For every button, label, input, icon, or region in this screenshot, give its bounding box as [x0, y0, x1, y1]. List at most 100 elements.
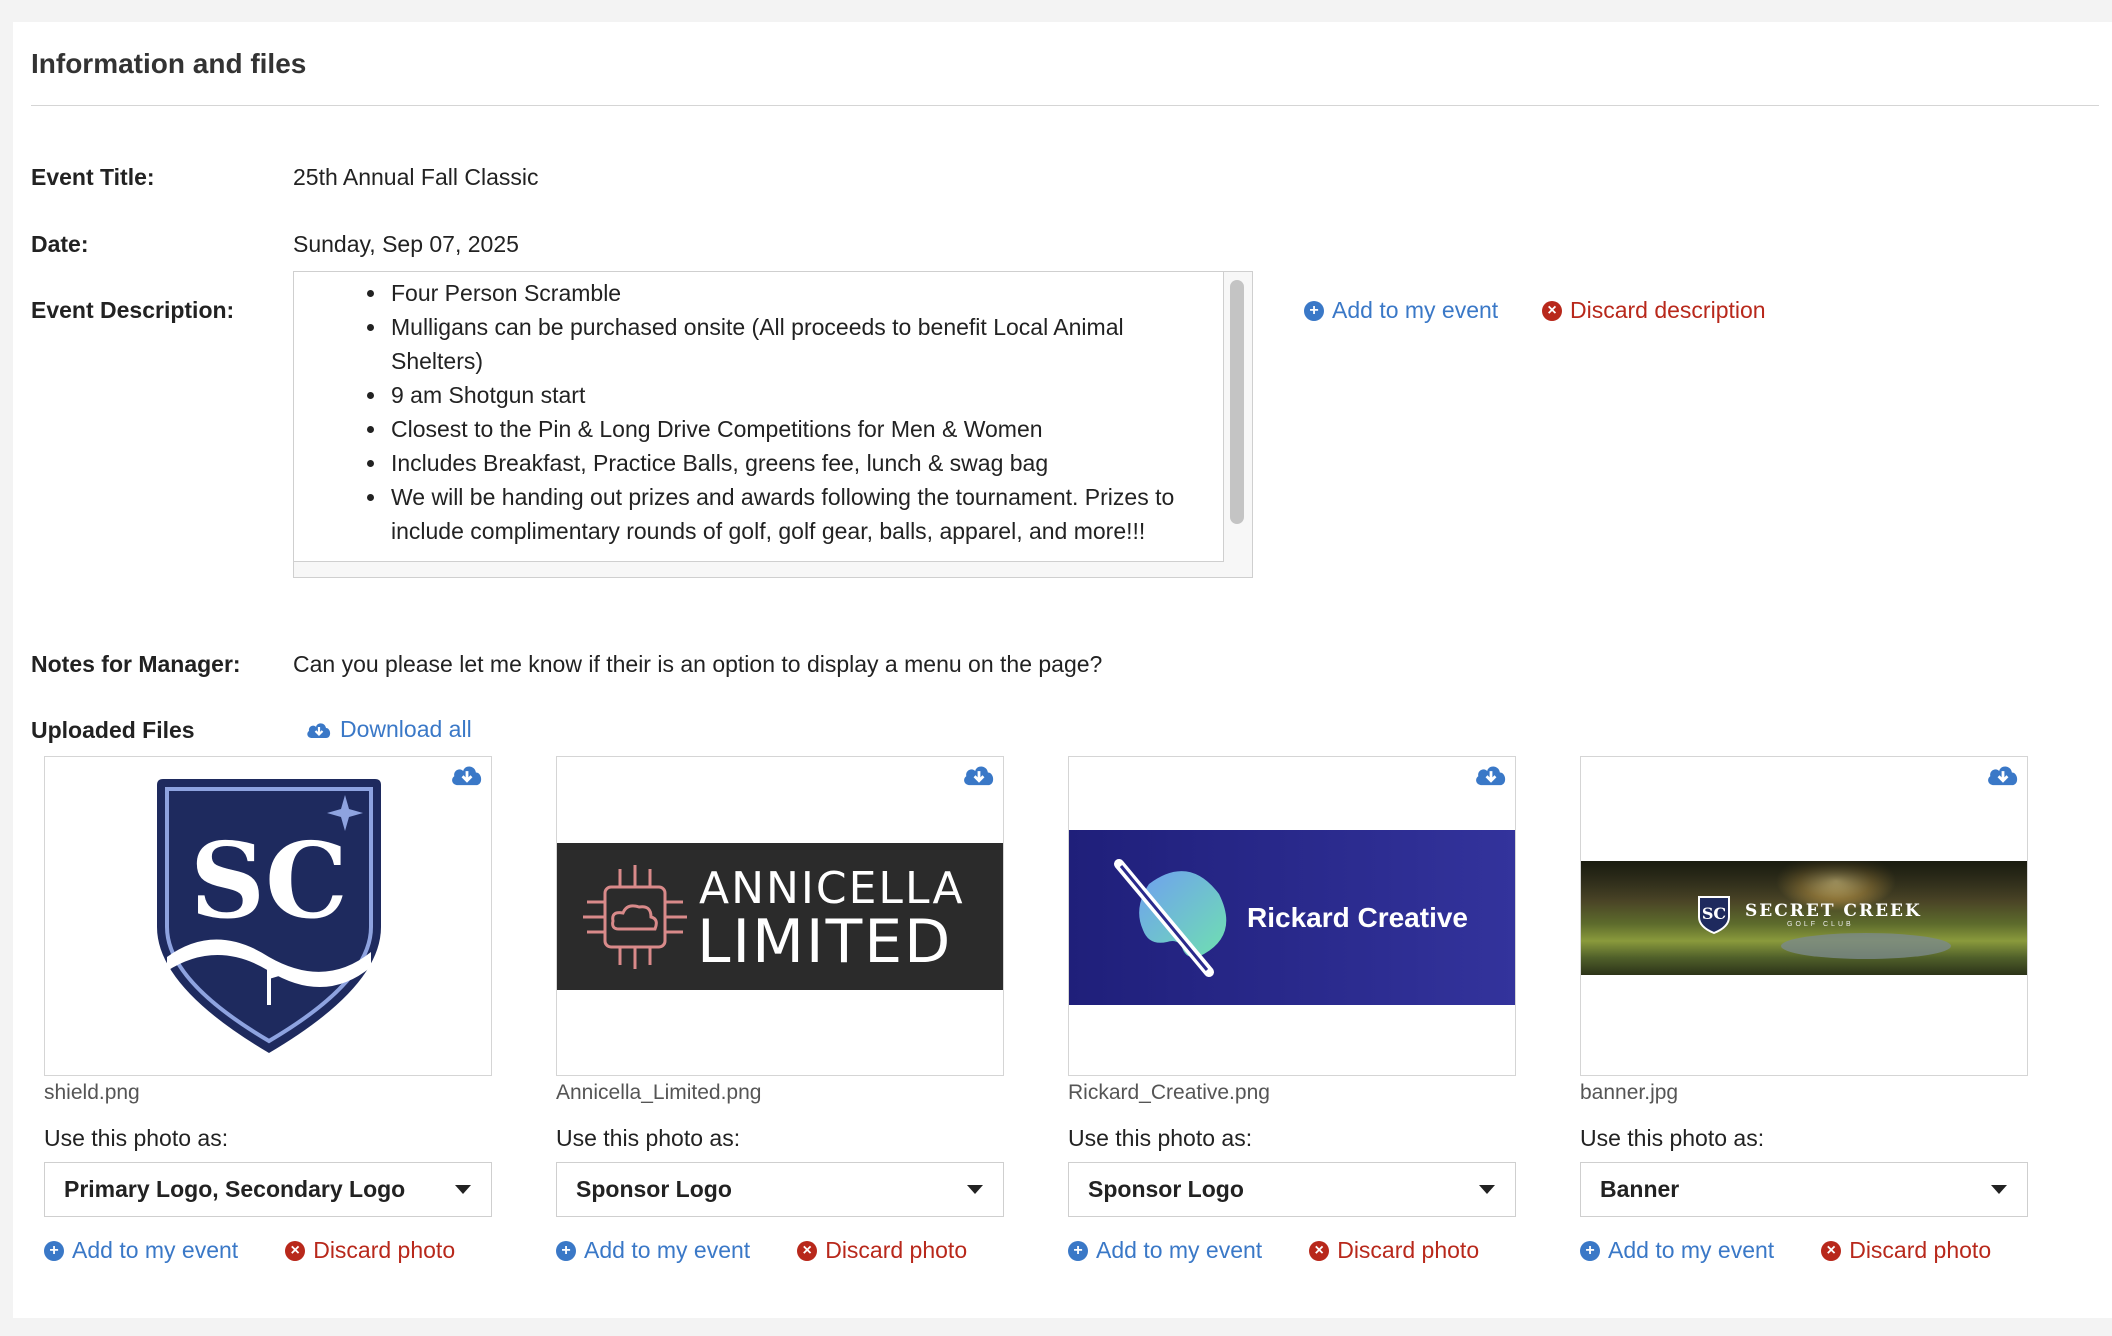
description-item: Includes Breakfast, Practice Balls, gree… [364, 446, 1184, 480]
banner-pond [1781, 933, 1951, 959]
discard-photo-label: Discard photo [825, 1237, 968, 1263]
download-icon[interactable] [1985, 761, 2021, 789]
sc-badge-icon: SC [1698, 896, 1730, 935]
file-card-rickard: Rickard Creative Rickard_Creative.png Us… [1068, 756, 1516, 1264]
download-all-link[interactable]: Download all [306, 716, 472, 743]
use-photo-label: Use this photo as: [1068, 1125, 1253, 1151]
close-circle-icon: × [1821, 1240, 1842, 1261]
download-icon[interactable] [1473, 761, 1509, 789]
description-list: Four Person Scramble Mulligans can be pu… [294, 272, 1223, 548]
close-circle-icon: × [285, 1240, 306, 1261]
annicella-logo-image: ANNICELLA LIMITED [557, 843, 1003, 990]
plus-circle-icon: + [1068, 1240, 1088, 1261]
date-label: Date: [31, 231, 89, 257]
discard-photo-link[interactable]: × Discard photo [1821, 1237, 1991, 1264]
discard-photo-label: Discard photo [1849, 1237, 1992, 1263]
file-name: Rickard_Creative.png [1068, 1081, 1270, 1104]
photo-usage-select[interactable]: Sponsor Logo [556, 1162, 1004, 1217]
description-discard-link[interactable]: × Discard description [1542, 297, 1766, 324]
photo-usage-select[interactable]: Banner [1580, 1162, 2028, 1217]
file-thumbnail: SC SECRET CREEK GOLF CLUB [1580, 756, 2028, 1076]
rickard-logo-image: Rickard Creative [1069, 830, 1515, 1005]
photo-usage-value: Banner [1600, 1176, 1680, 1202]
file-name: Annicella_Limited.png [556, 1081, 762, 1104]
palette-brush-icon [1114, 859, 1227, 977]
annicella-logo-bottom: LIMITED [697, 907, 953, 977]
description-content[interactable]: Four Person Scramble Mulligans can be pu… [294, 272, 1224, 562]
photo-usage-select[interactable]: Sponsor Logo [1068, 1162, 1516, 1217]
download-all-label: Download all [340, 716, 472, 742]
chevron-down-icon [1991, 1185, 2007, 1194]
date-value: Sunday, Sep 07, 2025 [293, 231, 519, 257]
file-card-banner: SC SECRET CREEK GOLF CLUB banner.jpg Use… [1580, 756, 2028, 1264]
description-label: Event Description: [31, 297, 235, 323]
discard-photo-link[interactable]: × Discard photo [797, 1237, 967, 1264]
discard-photo-link[interactable]: × Discard photo [1309, 1237, 1479, 1264]
description-box[interactable]: Four Person Scramble Mulligans can be pu… [293, 271, 1253, 578]
photo-usage-value: Sponsor Logo [1088, 1176, 1244, 1202]
photo-usage-value: Sponsor Logo [576, 1176, 732, 1202]
description-add-link[interactable]: + Add to my event [1304, 297, 1498, 324]
add-photo-label: Add to my event [1096, 1237, 1263, 1263]
chevron-down-icon [455, 1185, 471, 1194]
file-thumbnail: Rickard Creative [1068, 756, 1516, 1076]
description-item: 9 am Shotgun start [364, 378, 1184, 412]
plus-circle-icon: + [44, 1240, 64, 1261]
add-photo-link[interactable]: + Add to my event [1068, 1237, 1262, 1264]
file-card-shield: SC shield.png Use this photo as: Primary… [44, 756, 492, 1264]
divider [31, 105, 2099, 106]
add-photo-link[interactable]: + Add to my event [556, 1237, 750, 1264]
file-name: banner.jpg [1580, 1081, 1679, 1104]
uploaded-files-label: Uploaded Files [31, 717, 195, 743]
file-thumbnail: ANNICELLA LIMITED [556, 756, 1004, 1076]
discard-photo-label: Discard photo [313, 1237, 456, 1263]
chip-cloud-icon [583, 865, 687, 969]
banner-image: SC SECRET CREEK GOLF CLUB [1581, 861, 2027, 975]
close-circle-icon: × [797, 1240, 818, 1261]
banner-logo-text: SECRET CREEK [1745, 901, 1922, 921]
close-circle-icon: × [1542, 300, 1562, 321]
notes-value: Can you please let me know if their is a… [293, 651, 1103, 677]
file-thumbnail: SC [44, 756, 492, 1076]
description-add-label: Add to my event [1332, 297, 1499, 323]
svg-text:SC: SC [1702, 904, 1726, 923]
plus-circle-icon: + [1304, 300, 1324, 321]
add-photo-label: Add to my event [72, 1237, 239, 1263]
add-photo-label: Add to my event [1608, 1237, 1775, 1263]
use-photo-label: Use this photo as: [1580, 1125, 1765, 1151]
use-photo-label: Use this photo as: [556, 1125, 741, 1151]
banner-logo-sub: GOLF CLUB [1787, 921, 1854, 928]
download-icon[interactable] [961, 761, 997, 789]
event-title-label: Event Title: [31, 164, 155, 190]
svg-text:SC: SC [190, 819, 348, 942]
plus-circle-icon: + [1580, 1240, 1600, 1261]
photo-usage-value: Primary Logo, Secondary Logo [64, 1176, 406, 1202]
chevron-down-icon [967, 1185, 983, 1194]
add-photo-label: Add to my event [584, 1237, 751, 1263]
banner-tree-line [1581, 861, 2027, 901]
rickard-logo-text: Rickard Creative [1247, 902, 1469, 933]
section-title: Information and files [31, 48, 307, 79]
shield-logo-image: SC [157, 779, 381, 1053]
description-item: Mulligans can be purchased onsite (All p… [364, 310, 1184, 378]
cloud-download-icon [307, 722, 331, 738]
description-scrollbar[interactable] [1230, 280, 1244, 524]
description-item: Four Person Scramble [364, 276, 1184, 310]
discard-photo-link[interactable]: × Discard photo [285, 1237, 455, 1264]
event-title-value: 25th Annual Fall Classic [293, 164, 539, 190]
close-circle-icon: × [1309, 1240, 1330, 1261]
file-name: shield.png [44, 1081, 140, 1104]
add-photo-link[interactable]: + Add to my event [44, 1237, 238, 1264]
add-photo-link[interactable]: + Add to my event [1580, 1237, 1774, 1264]
description-item: We will be handing out prizes and awards… [364, 480, 1184, 548]
download-icon[interactable] [449, 761, 485, 789]
description-discard-label: Discard description [1570, 297, 1766, 323]
discard-photo-label: Discard photo [1337, 1237, 1480, 1263]
use-photo-label: Use this photo as: [44, 1125, 229, 1151]
photo-usage-select[interactable]: Primary Logo, Secondary Logo [44, 1162, 492, 1217]
notes-label: Notes for Manager: [31, 651, 241, 677]
file-card-annicella: ANNICELLA LIMITED Annicella_Limited.png … [556, 756, 1004, 1264]
chevron-down-icon [1479, 1185, 1495, 1194]
plus-circle-icon: + [556, 1240, 576, 1261]
description-item: Closest to the Pin & Long Drive Competit… [364, 412, 1184, 446]
